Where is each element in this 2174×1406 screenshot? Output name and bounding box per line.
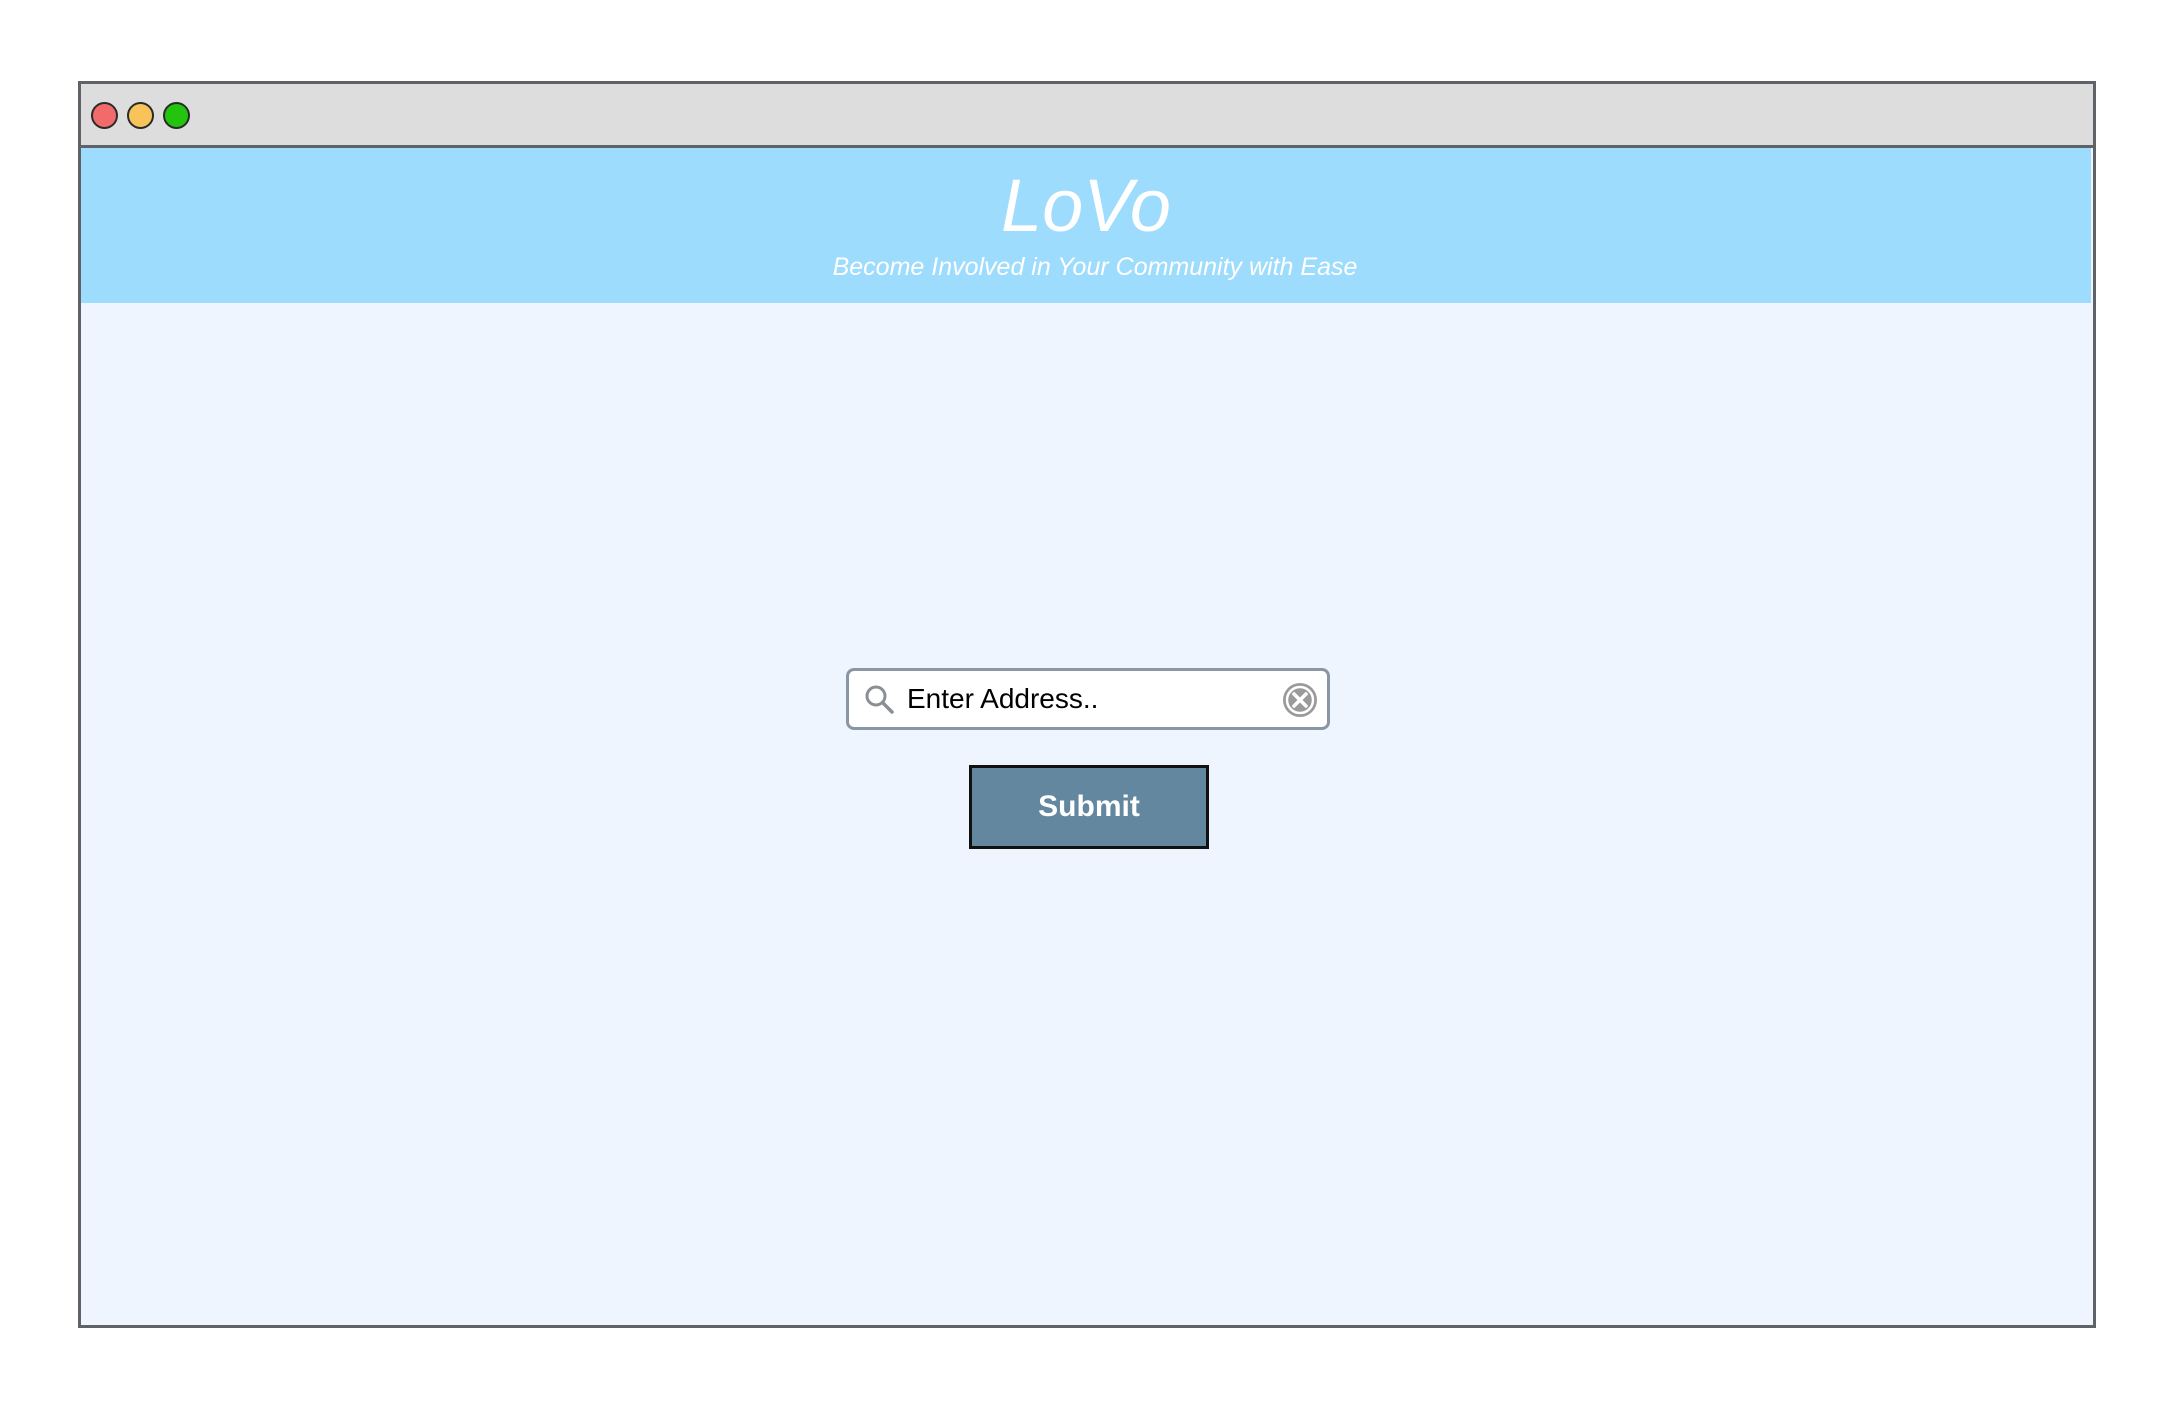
header-banner: LoVo Become Involved in Your Community w…: [81, 148, 2091, 303]
address-search-box[interactable]: [846, 668, 1330, 730]
maximize-window-button[interactable]: [163, 102, 190, 129]
clear-icon[interactable]: [1281, 681, 1319, 719]
close-window-button[interactable]: [91, 102, 118, 129]
browser-window: LoVo Become Involved in Your Community w…: [78, 81, 2096, 1328]
app-logo: LoVo: [1000, 164, 1172, 247]
app-tagline: Become Involved in Your Community with E…: [832, 253, 1358, 281]
search-icon: [865, 685, 894, 714]
address-input[interactable]: [907, 671, 1267, 727]
submit-button[interactable]: Submit: [969, 765, 1209, 849]
title-bar: [81, 84, 2093, 148]
minimize-window-button[interactable]: [127, 102, 154, 129]
